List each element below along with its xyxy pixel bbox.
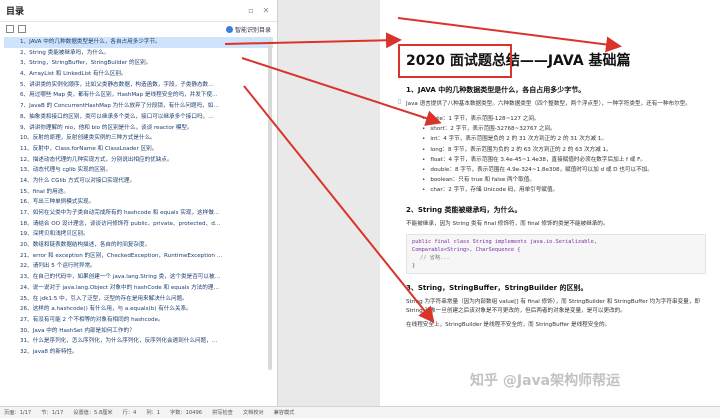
toc-item[interactable]: 5、讲讲类的实例化顺序，比如父类静态数据，构造函数，字段，子类静态数…	[4, 80, 273, 91]
toc-item[interactable]: 20、数组和链表数据结构描述，各自的时间复杂度。	[4, 240, 273, 251]
toc-item[interactable]: 24、说一说对于 java.lang.Object 对象中的 hashCode …	[4, 283, 273, 294]
toc-item[interactable]: 3、String，StringBuffer，StringBuilder 的区别。	[4, 58, 273, 69]
status-section: 节：1/17	[41, 410, 64, 416]
expand-all-icon[interactable]	[6, 25, 14, 33]
toc-pane: 目录 ▫ ✕ 智能识别目录 1、JAVA 中的几种数据类型是什么，各自占用多少字…	[0, 0, 278, 406]
toc-item[interactable]: 30、Java 中的 HashSet 内部是如何工作的？	[4, 326, 273, 337]
toc-item[interactable]: 13、动态代理与 cglib 实现的区别。	[4, 165, 273, 176]
status-col: 列：1	[146, 410, 160, 416]
smart-toc-button[interactable]: 智能识别目录	[225, 25, 271, 34]
paragraph: String 为字符串常量（因为内部数组 value[] 有 final 修饰）…	[406, 298, 700, 314]
toc-item[interactable]: 8、抽象类和接口的区别，类可以继承多个类么，接口可以继承多个接口吗，…	[4, 112, 273, 123]
toc-item[interactable]: 1、JAVA 中的几种数据类型是什么，各自占用多少字节。	[4, 37, 273, 48]
list-item: long：8 字节，表示范围为负的 2 的 63 次方到正的 2 的 63 次方…	[422, 145, 706, 155]
status-position: 设置值：5.8厘米	[73, 410, 113, 416]
status-page[interactable]: 页面：1/17	[4, 409, 31, 416]
code-line: }	[412, 262, 416, 269]
toc-item[interactable]: 16、写出三种单例模式实现。	[4, 197, 273, 208]
document-page: 2020 面试题总结——JAVA 基础篇 1、JAVA 中的几种数据类型是什么，…	[398, 44, 706, 330]
toc-list: 1、JAVA 中的几种数据类型是什么，各自占用多少字节。 2、String 类能…	[0, 36, 277, 358]
smart-toc-label: 智能识别目录	[234, 26, 271, 34]
toc-item[interactable]: 32、java8 的新特性。	[4, 347, 273, 358]
toc-item[interactable]: 7、JavaB 的 ConcurrentHashMap 为什么放弃了分段锁，有什…	[4, 101, 273, 112]
paragraph: Java 语言提供了八种基本数据类型。六种数据类型（四个整数型，两个浮点型），一…	[406, 101, 691, 107]
toc-item[interactable]: 19、深拷贝和浅拷贝区别。	[4, 229, 273, 240]
status-words[interactable]: 字数：10496	[170, 409, 202, 416]
code-line: public final class String implements jav…	[412, 238, 597, 245]
status-row: 行：4	[122, 410, 137, 416]
watermark: 知乎 @Java架构师帮运	[470, 373, 621, 389]
toc-header: 目录 ▫ ✕	[0, 0, 277, 22]
code-line: Comparable<String>, CharSequence {	[412, 246, 521, 253]
paragraph: 在线程安全上，StringBuilder 是线程不安全的，而 StringBuf…	[406, 321, 611, 328]
toc-toolbar: 智能识别目录	[0, 22, 277, 36]
toc-item[interactable]: 10、反射的原理，反射创建类实例的三种方式是什么。	[4, 133, 273, 144]
toc-item[interactable]: 14、为什么 CGlib 方式可以对接口实现代理。	[4, 176, 273, 187]
code-block: public final class String implements jav…	[406, 233, 706, 274]
toc-item[interactable]: 12、描述动态代理的几种实现方式，分别说出相应的优缺点。	[4, 155, 273, 166]
spell-check-toggle[interactable]: 拼写检查	[212, 409, 233, 416]
list-item: float：4 字节，表示范围在 3.4e-45~1.4e38，直接赋值时必须在…	[422, 155, 706, 165]
title-highlight-box	[398, 44, 512, 78]
toc-item[interactable]: 25、在 jdk1.5 中，引入了泛型，泛型的存在是用来解决什么问题。	[4, 294, 273, 305]
list-item: boolean：只有 true 和 false 两个取值。	[422, 175, 706, 185]
close-icon[interactable]: ✕	[261, 6, 271, 16]
compat-mode-label: 兼容模式	[273, 410, 295, 416]
toc-item[interactable]: 22、请列出 5 个运行时异常。	[4, 261, 273, 272]
app-window: 目录 ▫ ✕ 智能识别目录 1、JAVA 中的几种数据类型是什么，各自占用多少字…	[0, 0, 720, 418]
toc-item[interactable]: 11、反射中，Class.forName 和 ClassLoader 区别。	[4, 144, 273, 155]
bullet-list: byte：1 字节，表示范围-128~127 之间。 short：2 字节，表示…	[406, 114, 706, 196]
document-pane: ▯ 2020 面试题总结——JAVA 基础篇 1、JAVA 中的几种数据类型是什…	[380, 0, 720, 406]
toc-item[interactable]: 9、讲讲你理解的 nio，他和 bio 的区别是什么，谈谈 reactor 模型…	[4, 123, 273, 134]
list-item: int：4 字节，表示范围是负的 2 的 31 次方到正的 2 的 31 次方减…	[422, 134, 706, 144]
doc-check-button[interactable]: 文档校对	[243, 409, 264, 416]
section-heading: 1、JAVA 中的几种数据类型是什么，各自占用多少字节。	[406, 86, 586, 94]
status-bar: 页面：1/17 节：1/17 设置值：5.8厘米 行：4 列：1 字数：1049…	[0, 406, 720, 418]
toc-item[interactable]: 18、请结合 OO 设计理念，谈谈访问修饰符 public、private、pr…	[4, 219, 273, 230]
toc-item[interactable]: 17、如何在父类中为子类自动完成所有的 hashcode 和 equals 实现…	[4, 208, 273, 219]
paragraph-marker-icon: ▯	[398, 98, 402, 105]
collapse-all-icon[interactable]	[18, 25, 26, 33]
section-heading: 2、String 类能被继承吗，为什么。	[406, 205, 522, 214]
toc-scrollbar[interactable]	[268, 40, 272, 370]
list-item: double：8 字节，表示范围在 4.9e-324~1.8e308，赋值时可以…	[422, 165, 706, 175]
toc-title: 目录	[6, 7, 25, 17]
toc-item[interactable]: 21、error 和 exception 的区别，CheckedExceptio…	[4, 251, 273, 262]
toc-item[interactable]: 27、有没有可能 2 个不相等的对象有相同的 hashcode。	[4, 315, 273, 326]
paragraph: 不能被继承，因为 String 类有 final 修饰符，而 final 修饰的…	[406, 220, 609, 227]
toc-item[interactable]: 6、用过哪些 Map 类，都有什么区别，HashMap 是线程安全的吗，并发下使…	[4, 90, 273, 101]
code-comment: // 省略...	[420, 254, 450, 261]
toc-item[interactable]: 31、什么是序列化，怎么序列化，为什么序列化，反序列化会遇到什么问题，…	[4, 336, 273, 347]
toc-header-buttons: ▫ ✕	[246, 6, 271, 16]
toc-item[interactable]: 23、在自己的代码中，如果创建一个 java.lang.String 类，这个类…	[4, 272, 273, 283]
list-item: short：2 字节，表示范围-32768~32767 之间。	[422, 124, 706, 134]
pin-icon[interactable]: ▫	[246, 6, 256, 16]
smart-toc-icon	[225, 25, 233, 33]
list-item: char：2 字节，存储 Unicode 码，用单引号赋值。	[422, 185, 706, 195]
toc-item[interactable]: 4、ArrayList 和 LinkedList 有什么区别。	[4, 69, 273, 80]
list-item: byte：1 字节，表示范围-128~127 之间。	[422, 114, 706, 124]
toc-item[interactable]: 2、String 类能被继承吗，为什么。	[4, 48, 273, 59]
toc-item[interactable]: 26、这样的 a.hashcode() 有什么用，与 a.equals(b) 有…	[4, 304, 273, 315]
section-heading: 3、String，StringBuffer，StringBuilder 的区别。	[406, 283, 588, 292]
toc-item[interactable]: 15、final 的用途。	[4, 187, 273, 198]
